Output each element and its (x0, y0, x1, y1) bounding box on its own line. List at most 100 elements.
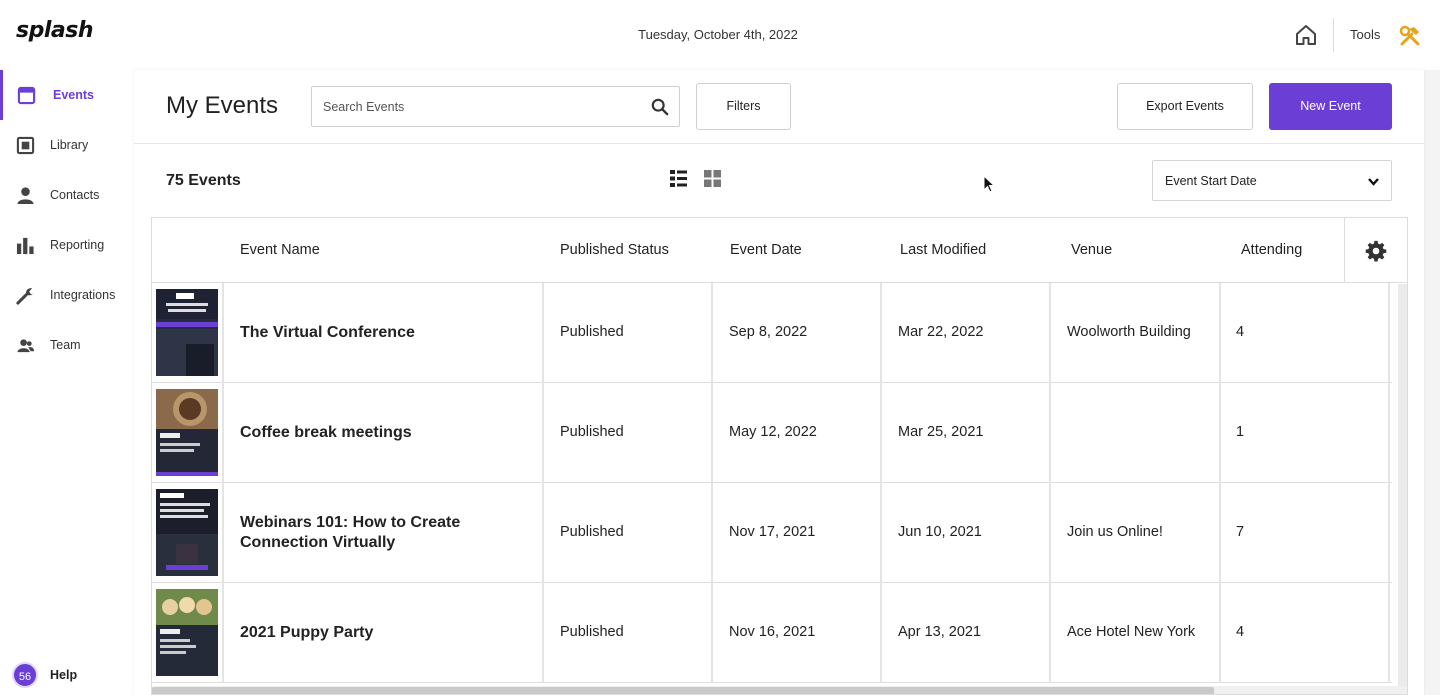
cell-divider (542, 383, 544, 483)
cell-divider (1388, 383, 1390, 483)
wrench-icon (16, 288, 35, 305)
tools-label[interactable]: Tools (1350, 27, 1380, 42)
table-row[interactable]: The Virtual Conference Published Sep 8, … (152, 283, 1392, 383)
venue: Ace Hotel New York (1067, 624, 1196, 640)
sidebar-item-label: Reporting (50, 238, 105, 252)
sidebar-item-reporting[interactable]: Reporting (0, 220, 134, 270)
column-header-published-status[interactable]: Published Status (560, 242, 669, 258)
sidebar-item-label: Team (50, 338, 81, 352)
published-status: Published (560, 524, 624, 540)
team-icon (17, 339, 35, 353)
cell-divider (880, 483, 882, 583)
event-thumbnail-image (156, 489, 218, 576)
horizontal-scrollbar-thumb[interactable] (152, 687, 1214, 694)
cell-divider (711, 383, 713, 483)
table-row[interactable]: Webinars 101: How to Create Connection V… (152, 483, 1392, 583)
sidebar-item-library[interactable]: Library (0, 120, 134, 170)
sort-select[interactable]: Event Start Date (1152, 160, 1392, 201)
cell-divider (711, 583, 713, 683)
sidebar-item-label: Events (53, 88, 94, 102)
event-name[interactable]: Webinars 101: How to Create Connection V… (240, 513, 520, 553)
table-settings-cell (1344, 218, 1407, 283)
event-name[interactable]: Coffee break meetings (240, 423, 520, 443)
event-thumbnail-image (156, 289, 218, 376)
current-date: Tuesday, October 4th, 2022 (638, 27, 798, 42)
cell-divider (222, 383, 224, 483)
published-status: Published (560, 624, 624, 640)
cell-divider (1219, 383, 1221, 483)
cell-divider (1049, 283, 1051, 383)
column-header-event-name[interactable]: Event Name (240, 242, 320, 258)
venue: Join us Online! (1067, 524, 1163, 540)
hammer-wrench-icon[interactable] (1398, 24, 1422, 48)
sidebar-item-team[interactable]: Team (0, 320, 134, 370)
cell-divider (711, 483, 713, 583)
published-status: Published (560, 324, 624, 340)
cell-divider (1219, 583, 1221, 683)
table-row[interactable]: Coffee break meetings Published May 12, … (152, 383, 1392, 483)
gear-icon[interactable] (1365, 240, 1387, 262)
attending-count: 1 (1236, 424, 1245, 440)
column-header-venue[interactable]: Venue (1071, 242, 1112, 258)
library-icon (16, 136, 35, 155)
attending-count: 4 (1236, 624, 1245, 640)
cell-divider (1388, 483, 1390, 583)
cell-divider (222, 583, 224, 683)
event-date: May 12, 2022 (729, 424, 817, 440)
attending-count: 7 (1236, 524, 1245, 540)
sidebar-item-label: Contacts (50, 188, 100, 202)
cell-divider (880, 383, 882, 483)
events-table: Event Name Published Status Event Date L… (151, 217, 1408, 695)
help-notification-badge[interactable]: 56 (12, 662, 38, 688)
grid-view-icon[interactable] (704, 170, 721, 187)
cell-divider (1388, 283, 1390, 383)
event-date: Sep 8, 2022 (729, 324, 808, 340)
cell-divider (1049, 483, 1051, 583)
table-row[interactable]: 2021 Puppy Party Published Nov 16, 2021 … (152, 583, 1392, 683)
cell-divider (542, 583, 544, 683)
column-header-last-modified[interactable]: Last Modified (900, 242, 986, 258)
vertical-scrollbar[interactable] (1398, 284, 1407, 689)
cell-divider (542, 483, 544, 583)
person-icon (17, 187, 34, 205)
event-count: 75 Events (166, 172, 241, 189)
cell-divider (222, 483, 224, 583)
page-title: My Events (166, 92, 279, 119)
sidebar: Events Library Contacts Reporting Integr… (0, 70, 134, 695)
cell-divider (1219, 283, 1221, 383)
cell-divider (222, 283, 224, 383)
filters-button[interactable]: Filters (696, 83, 791, 130)
cell-divider (711, 283, 713, 383)
sidebar-item-integrations[interactable]: Integrations (0, 270, 134, 320)
bar-chart-icon (16, 237, 34, 255)
sidebar-item-events[interactable]: Events (0, 70, 134, 120)
list-view-icon[interactable] (670, 170, 687, 187)
top-bar: splash Tuesday, October 4th, 2022 Tools (0, 0, 1440, 70)
event-date: Nov 16, 2021 (729, 624, 816, 640)
sidebar-item-contacts[interactable]: Contacts (0, 170, 134, 220)
last-modified: Mar 25, 2021 (898, 424, 984, 440)
event-name[interactable]: The Virtual Conference (240, 323, 520, 343)
cell-divider (880, 583, 882, 683)
home-icon[interactable] (1294, 23, 1318, 47)
search-box[interactable] (311, 86, 680, 127)
sort-value: Event Start Date (1165, 174, 1257, 188)
last-modified: Mar 22, 2022 (898, 324, 984, 340)
cell-divider (1388, 583, 1390, 683)
event-thumbnail-image (156, 589, 218, 676)
column-header-event-date[interactable]: Event Date (730, 242, 802, 258)
event-date: Nov 17, 2021 (729, 524, 816, 540)
last-modified: Apr 13, 2021 (898, 624, 982, 640)
new-event-button[interactable]: New Event (1269, 83, 1392, 130)
search-input[interactable] (323, 98, 643, 116)
cell-divider (880, 283, 882, 383)
published-status: Published (560, 424, 624, 440)
column-header-attending[interactable]: Attending (1241, 242, 1302, 258)
header-divider (134, 143, 1424, 144)
search-icon[interactable] (651, 98, 669, 116)
help-label[interactable]: Help (50, 668, 77, 682)
cell-divider (1049, 383, 1051, 483)
top-divider (1333, 18, 1334, 52)
export-events-button[interactable]: Export Events (1117, 83, 1253, 130)
event-name[interactable]: 2021 Puppy Party (240, 623, 520, 643)
